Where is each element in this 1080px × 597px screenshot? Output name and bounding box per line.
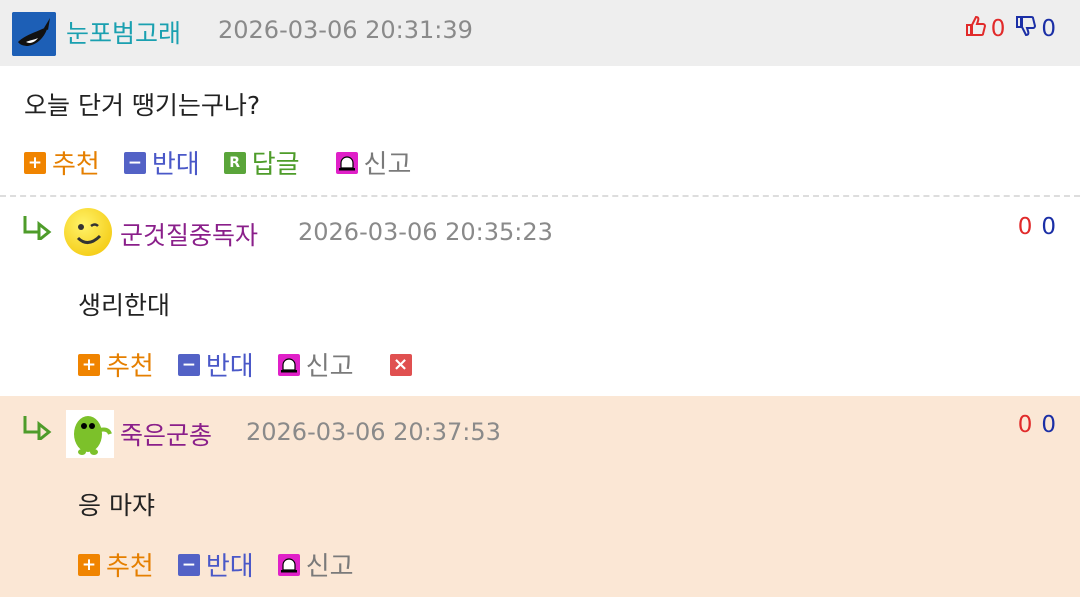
plus-icon: + bbox=[78, 353, 100, 376]
minus-icon: − bbox=[177, 353, 200, 376]
comment-content: 응 마쟈 bbox=[78, 491, 155, 520]
comment-up-count[interactable]: 0 bbox=[1018, 412, 1033, 438]
report-label: 신고 bbox=[305, 552, 354, 582]
siren-icon bbox=[277, 353, 300, 376]
recommend-button[interactable]: + 추천 bbox=[78, 546, 154, 583]
post-header: 눈포범고래 2026-03-06 20:31:39 0 0 bbox=[0, 0, 1080, 66]
comment-down-count[interactable]: 0 bbox=[1041, 412, 1056, 438]
comment-down-count[interactable]: 0 bbox=[1041, 214, 1056, 240]
comment-date: 2026-03-06 20:35:23 bbox=[298, 218, 553, 246]
comment-content: 생리한대 bbox=[78, 291, 171, 320]
thumbs-up-icon[interactable] bbox=[964, 14, 988, 44]
divider bbox=[0, 195, 1080, 197]
smiley-avatar-icon[interactable] bbox=[64, 208, 112, 256]
oppose-button[interactable]: − 반대 bbox=[177, 546, 254, 583]
recommend-button[interactable]: + 추천 bbox=[78, 346, 154, 383]
reply-label: 답글 bbox=[251, 150, 300, 180]
report-button[interactable]: 신고 bbox=[277, 546, 354, 583]
recommend-label: 추천 bbox=[52, 150, 100, 180]
orca-avatar-icon[interactable] bbox=[12, 12, 56, 56]
comment-author[interactable]: 군것질중독자 bbox=[120, 216, 258, 252]
siren-icon bbox=[277, 553, 300, 576]
green-creature-avatar-icon[interactable] bbox=[66, 410, 114, 458]
minus-icon: − bbox=[123, 151, 146, 174]
report-button[interactable]: 신고 bbox=[277, 346, 354, 383]
post-votes: 0 0 bbox=[964, 14, 1056, 44]
reply-arrow-icon bbox=[22, 414, 52, 447]
recommend-label: 추천 bbox=[106, 552, 154, 582]
comment-actions: + 추천 − 반대 신고 bbox=[78, 546, 378, 583]
oppose-label: 반대 bbox=[151, 150, 200, 180]
reply-r-icon: R bbox=[223, 151, 246, 174]
oppose-button[interactable]: − 반대 bbox=[123, 144, 200, 181]
report-label: 신고 bbox=[363, 150, 412, 180]
post-content: 오늘 단거 땡기는구나? bbox=[24, 91, 261, 120]
recommend-button[interactable]: + 추천 bbox=[24, 144, 100, 181]
reply-arrow-icon bbox=[22, 214, 52, 247]
minus-icon: − bbox=[177, 553, 200, 576]
siren-icon bbox=[335, 151, 358, 174]
comment-actions: + 추천 − 반대 신고 × bbox=[78, 346, 442, 383]
post-actions: + 추천 − 반대 R 답글 신고 bbox=[24, 144, 435, 181]
post-date: 2026-03-06 20:31:39 bbox=[218, 16, 473, 44]
delete-button[interactable]: × bbox=[389, 353, 418, 376]
comment-author[interactable]: 죽은군총 bbox=[120, 416, 212, 452]
post-author[interactable]: 눈포범고래 bbox=[66, 14, 181, 50]
post-down-count: 0 bbox=[1041, 16, 1056, 42]
thumbs-down-icon[interactable] bbox=[1014, 14, 1038, 44]
plus-icon: + bbox=[24, 151, 46, 174]
report-label: 신고 bbox=[305, 352, 354, 382]
comment-up-count[interactable]: 0 bbox=[1018, 214, 1033, 240]
oppose-label: 반대 bbox=[205, 552, 254, 582]
comment-votes: 0 0 bbox=[1018, 412, 1056, 438]
oppose-button[interactable]: − 반대 bbox=[177, 346, 254, 383]
close-icon: × bbox=[389, 353, 412, 376]
report-button[interactable]: 신고 bbox=[335, 144, 412, 181]
post-up-count: 0 bbox=[990, 16, 1006, 42]
comment-date: 2026-03-06 20:37:53 bbox=[246, 418, 501, 446]
comment-votes: 0 0 bbox=[1018, 214, 1056, 240]
oppose-label: 반대 bbox=[205, 352, 254, 382]
plus-icon: + bbox=[78, 553, 100, 576]
recommend-label: 추천 bbox=[106, 352, 154, 382]
reply-button[interactable]: R 답글 bbox=[223, 144, 300, 181]
